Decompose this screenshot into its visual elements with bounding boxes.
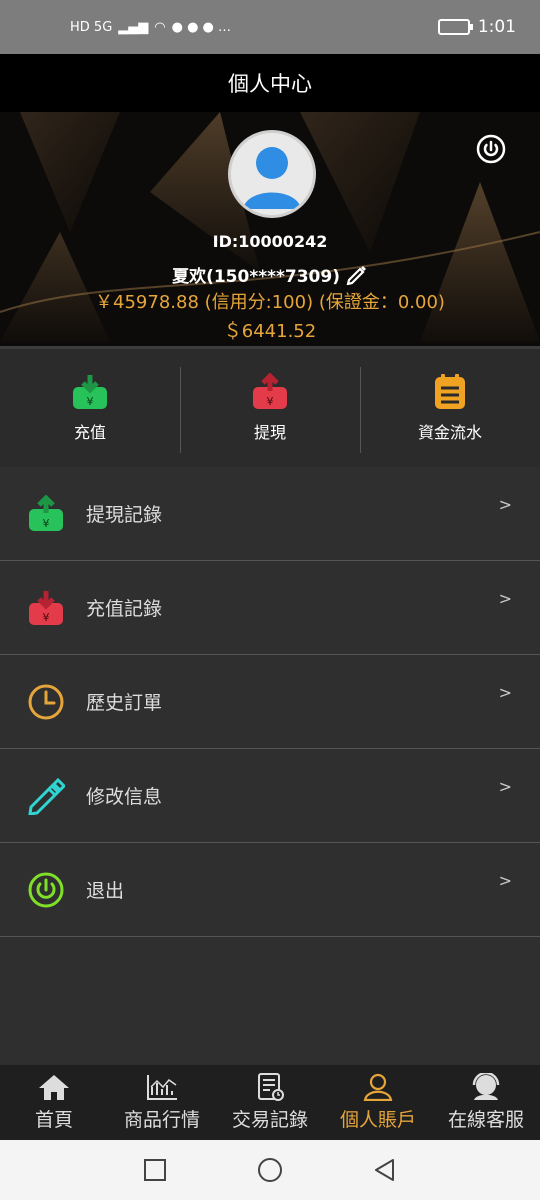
- deposit-button[interactable]: ¥ 充值: [0, 349, 180, 467]
- system-nav-bar: [0, 1140, 540, 1200]
- fund-ledger-button[interactable]: 資金流水: [360, 349, 540, 467]
- menu-item-deposit-records[interactable]: ¥ 充值記錄 >: [0, 561, 540, 655]
- chevron-right-icon: >: [498, 871, 512, 890]
- menu-item-edit-info[interactable]: 修改信息 >: [0, 749, 540, 843]
- wifi-icon: ◠: [154, 19, 166, 35]
- fund-ledger-label: 資金流水: [417, 423, 482, 442]
- notification-icons: ● ● ● …: [171, 19, 232, 35]
- network-indicator: HD 5G: [70, 19, 113, 35]
- document-icon: [258, 1073, 284, 1101]
- withdraw-record-icon: ¥: [29, 494, 63, 531]
- home-icon: [39, 1075, 69, 1100]
- withdraw-label: 提現: [253, 423, 286, 442]
- menu-label: 歷史訂單: [86, 692, 163, 714]
- user-icon: [363, 1073, 393, 1101]
- withdraw-button[interactable]: ¥ 提現: [180, 349, 360, 467]
- balance-line: ￥45978.88 (信用分:100) (保證金：0.00): [95, 292, 445, 313]
- chart-icon: [147, 1075, 177, 1100]
- tab-label: 商品行情: [123, 1109, 200, 1131]
- page-title: 個人中心: [228, 72, 312, 96]
- user-name-row: 夏欢(150****7309): [0, 262, 540, 287]
- back-triangle-icon[interactable]: [373, 1158, 397, 1182]
- home-circle-icon[interactable]: [257, 1157, 283, 1183]
- user-id: ID:10000242: [212, 232, 328, 251]
- logout-power-icon[interactable]: [476, 134, 506, 164]
- menu-label: 修改信息: [86, 786, 163, 808]
- user-name: 夏欢(150****7309): [172, 267, 340, 287]
- menu-label: 退出: [86, 880, 125, 902]
- menu-label: 提現記錄: [86, 504, 163, 526]
- power-icon: [28, 872, 64, 907]
- menu-label: 充值記錄: [86, 598, 163, 620]
- page-header: 個人中心: [0, 54, 540, 112]
- chevron-right-icon: >: [498, 683, 512, 702]
- tab-customer-service[interactable]: 在線客服: [432, 1065, 540, 1140]
- recent-apps-icon[interactable]: [143, 1158, 167, 1182]
- tab-personal-account[interactable]: 個人賬戶: [324, 1065, 432, 1140]
- svg-text:¥: ¥: [43, 517, 50, 530]
- deposit-record-icon: ¥: [29, 590, 63, 625]
- status-bar: HD 5G ▂▄▆ ◠ ● ● ● … 1:01: [0, 0, 540, 54]
- svg-text:¥: ¥: [43, 611, 50, 624]
- status-indicators: HD 5G ▂▄▆ ◠ ● ● ● …: [70, 20, 231, 35]
- user-avatar-icon: [231, 133, 313, 215]
- avatar[interactable]: [228, 130, 316, 218]
- clock-icon: [28, 684, 64, 719]
- tab-label: 個人賬戶: [339, 1109, 416, 1131]
- clock: 1:01: [477, 17, 516, 37]
- tab-trade-records[interactable]: 交易記錄: [216, 1065, 324, 1140]
- svg-text:¥: ¥: [87, 395, 94, 408]
- support-icon: [472, 1073, 500, 1100]
- quick-actions: ¥ 充值 ¥ 提現 資金流水: [0, 349, 540, 467]
- tab-label: 首頁: [34, 1109, 73, 1131]
- usd-balance: ＄6441.52: [223, 321, 317, 342]
- svg-text:¥: ¥: [267, 395, 274, 408]
- edit-pencil-icon[interactable]: [346, 263, 368, 286]
- tab-market[interactable]: 商品行情: [108, 1065, 216, 1140]
- bottom-tab-bar: 首頁 商品行情 交易記錄 個人賬戶 在線客服: [0, 1065, 540, 1140]
- signal-icon: ▂▄▆: [118, 19, 149, 35]
- withdraw-icon: ¥: [253, 373, 287, 409]
- battery-icon: [437, 19, 473, 35]
- deposit-label: 充值: [73, 423, 106, 442]
- menu-item-order-history[interactable]: 歷史訂單 >: [0, 655, 540, 749]
- profile-banner: ID:10000242 夏欢(150****7309) ￥45978.88 (信…: [0, 112, 540, 346]
- menu-item-logout[interactable]: 退出 >: [0, 843, 540, 937]
- chevron-right-icon: >: [498, 495, 512, 514]
- pencil-icon: [28, 777, 65, 815]
- ledger-icon: [435, 374, 465, 409]
- deposit-icon: ¥: [73, 375, 107, 409]
- tab-home[interactable]: 首頁: [0, 1065, 108, 1140]
- tab-label: 在線客服: [447, 1109, 524, 1131]
- chevron-right-icon: >: [498, 777, 512, 796]
- settings-menu: ¥ 提現記錄 > ¥ 充值記錄 > 歷史訂單 > 修改信息 > 退出 >: [0, 467, 540, 937]
- menu-item-withdraw-records[interactable]: ¥ 提現記錄 >: [0, 467, 540, 561]
- tab-label: 交易記錄: [231, 1109, 308, 1131]
- chevron-right-icon: >: [498, 589, 512, 608]
